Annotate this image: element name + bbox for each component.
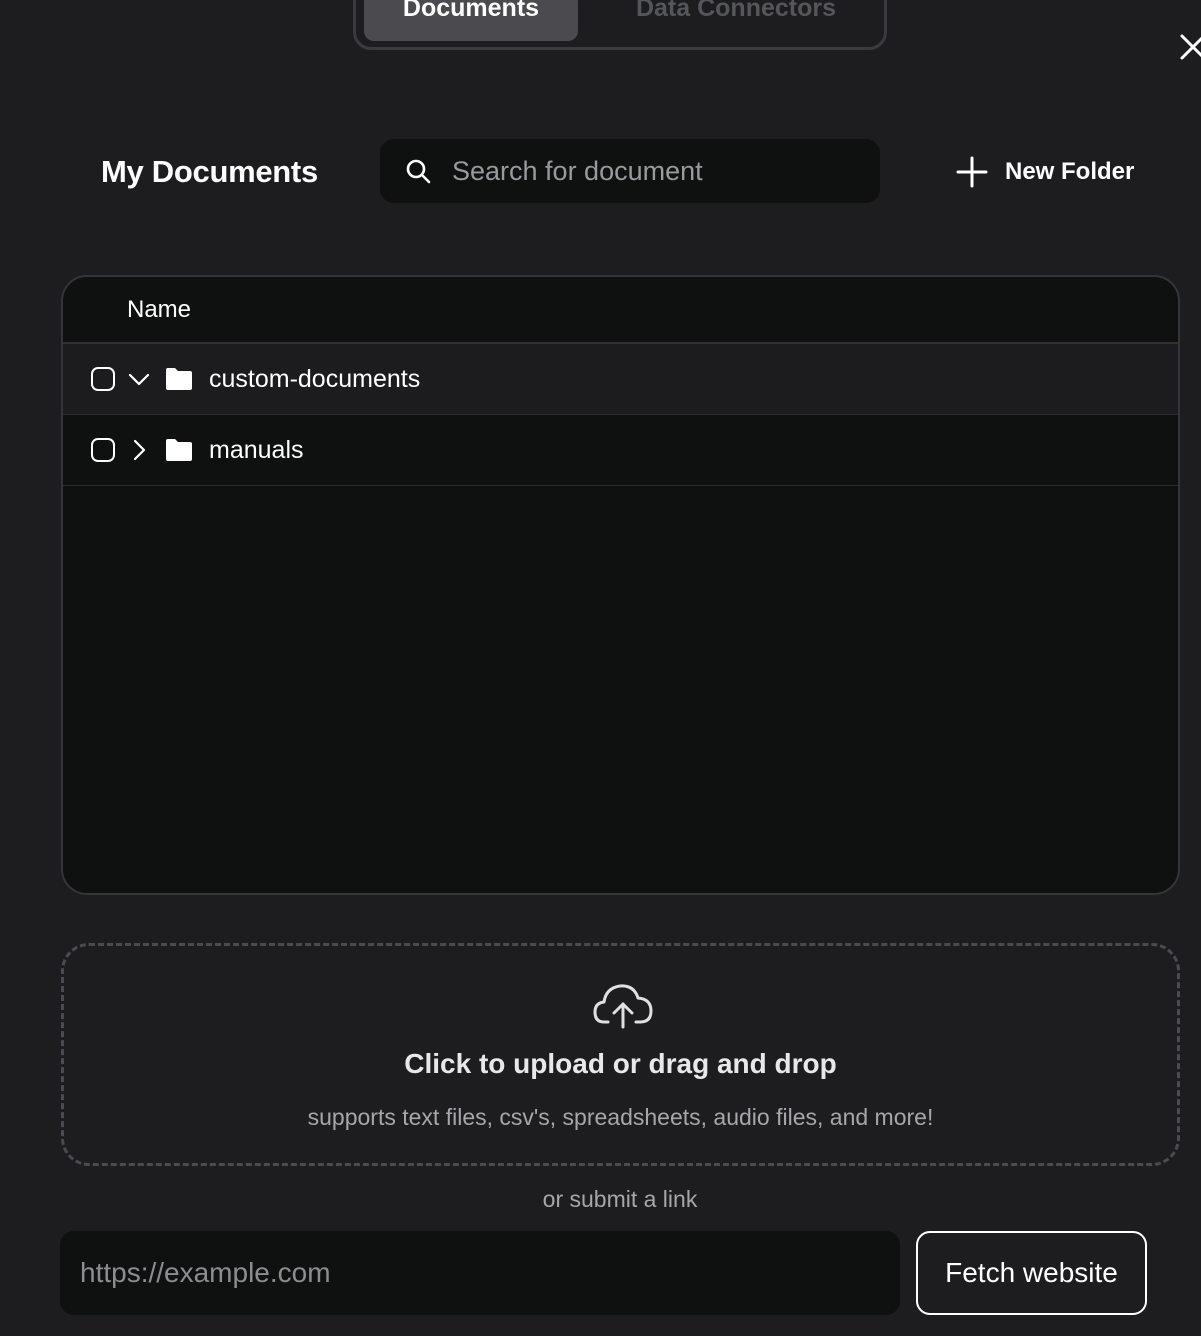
row-name: manuals: [209, 435, 304, 464]
table-header: Name: [63, 277, 1178, 344]
documents-modal: Documents Data Connectors My Documents N…: [0, 0, 1201, 1336]
row-checkbox[interactable]: [91, 438, 115, 462]
tab-documents[interactable]: Documents: [364, 0, 578, 41]
or-submit-link-text: or submit a link: [542, 1186, 698, 1212]
page-title: My Documents: [101, 154, 318, 189]
row-checkbox[interactable]: [91, 367, 115, 391]
chevron-down-icon[interactable]: [127, 367, 151, 391]
cloud-upload-icon: [593, 984, 653, 1029]
tab-documents-label: Documents: [402, 0, 540, 22]
tab-data-connectors[interactable]: Data Connectors: [626, 0, 846, 41]
row-name: custom-documents: [209, 364, 421, 393]
search-input[interactable]: [452, 155, 852, 187]
search-box: [380, 139, 880, 203]
search-icon: [406, 159, 431, 184]
table-row[interactable]: custom-documents: [63, 344, 1178, 415]
url-input[interactable]: [80, 1257, 880, 1289]
column-name-header: Name: [127, 295, 192, 323]
folder-icon: [166, 439, 192, 461]
plus-icon: [956, 156, 988, 188]
upload-title: Click to upload or drag and drop: [404, 1048, 837, 1079]
url-input-wrapper: [60, 1231, 900, 1315]
upload-subtitle: supports text files, csv's, spreadsheets…: [307, 1104, 934, 1130]
fetch-website-label: Fetch website: [945, 1257, 1118, 1288]
fetch-website-button[interactable]: Fetch website: [916, 1231, 1147, 1315]
tab-switcher: Documents Data Connectors: [353, 0, 887, 50]
table-row[interactable]: manuals: [63, 415, 1178, 486]
file-table: Name custom-documents manuals: [61, 275, 1180, 895]
chevron-right-icon[interactable]: [127, 438, 151, 462]
close-icon[interactable]: [1178, 32, 1201, 62]
folder-icon: [166, 368, 192, 390]
new-folder-button[interactable]: New Folder: [955, 153, 1134, 191]
new-folder-label: New Folder: [1005, 158, 1135, 185]
upload-dropzone[interactable]: Click to upload or drag and drop support…: [61, 943, 1180, 1166]
tab-data-connectors-label: Data Connectors: [635, 0, 837, 22]
